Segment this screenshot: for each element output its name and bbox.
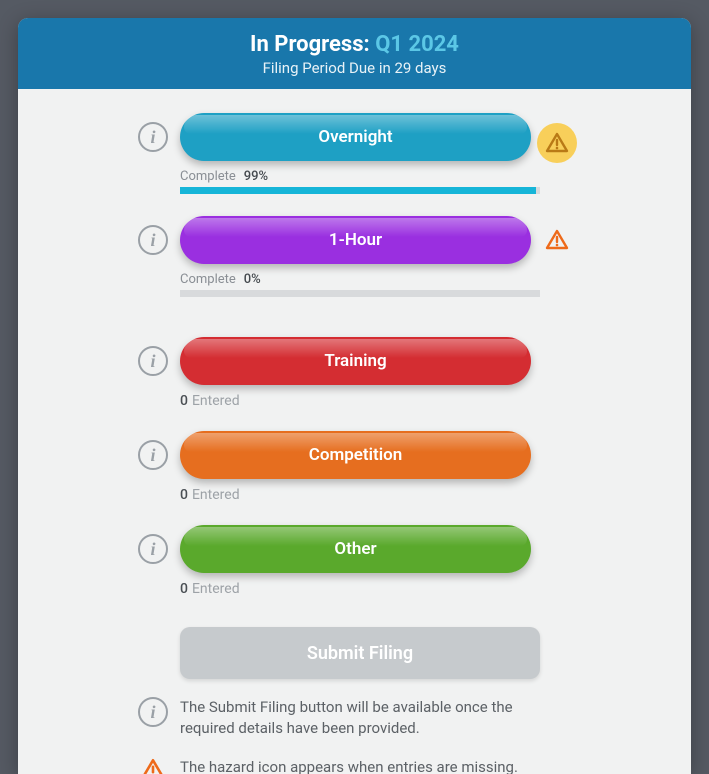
competition-button[interactable]: Competition	[180, 431, 531, 479]
card-content: i Overnight Complete 99% i 1-Hour	[18, 89, 691, 774]
info-icon[interactable]: i	[138, 346, 168, 376]
overnight-button[interactable]: Overnight	[180, 113, 531, 161]
entered-label: Entered	[192, 487, 240, 503]
row-one-hour: i 1-Hour	[138, 216, 571, 264]
progress-value: 0%	[244, 272, 261, 287]
button-label: Overnight	[318, 127, 392, 147]
entered-count: 0	[180, 487, 188, 503]
button-label: Training	[324, 351, 386, 371]
progress-label: Complete	[180, 272, 236, 287]
training-meta: 0Entered	[180, 393, 571, 409]
info-icon[interactable]: i	[138, 122, 168, 152]
card-header: In Progress: Q1 2024 Filing Period Due i…	[18, 18, 691, 89]
info-icon[interactable]: i	[138, 440, 168, 470]
other-button[interactable]: Other	[180, 525, 531, 573]
entered-label: Entered	[192, 581, 240, 597]
entered-count: 0	[180, 393, 188, 409]
hazard-icon[interactable]	[543, 226, 571, 254]
progress-label: Complete	[180, 169, 236, 184]
progress-value: 99%	[244, 169, 268, 184]
other-meta: 0Entered	[180, 581, 571, 597]
one-hour-meta: Complete 0%	[180, 272, 571, 297]
row-competition: i Competition	[138, 431, 571, 479]
button-label: Competition	[309, 445, 403, 465]
button-label: Other	[334, 539, 376, 559]
hazard-note-row: The hazard icon appears when entries are…	[138, 757, 571, 774]
row-overnight: i Overnight	[138, 113, 571, 161]
hazard-icon[interactable]	[138, 757, 168, 774]
header-prefix: In Progress:	[250, 32, 375, 57]
entered-count: 0	[180, 581, 188, 597]
button-label: 1-Hour	[329, 230, 382, 250]
hazard-note-text: The hazard icon appears when entries are…	[180, 757, 560, 774]
competition-meta: 0Entered	[180, 487, 571, 503]
info-icon[interactable]: i	[138, 697, 168, 727]
row-other: i Other	[138, 525, 571, 573]
progress-bar-fill	[180, 187, 536, 194]
progress-bar	[180, 290, 540, 297]
submit-filing-button: Submit Filing	[180, 627, 540, 679]
row-training: i Training	[138, 337, 571, 385]
header-subtitle: Filing Period Due in 29 days	[18, 59, 691, 77]
progress-bar	[180, 187, 540, 194]
header-period: Q1 2024	[375, 32, 459, 57]
filing-card: In Progress: Q1 2024 Filing Period Due i…	[18, 18, 691, 774]
entered-label: Entered	[192, 393, 240, 409]
submit-label: Submit Filing	[307, 643, 413, 664]
header-title: In Progress: Q1 2024	[18, 32, 691, 57]
one-hour-button[interactable]: 1-Hour	[180, 216, 531, 264]
info-note-text: The Submit Filing button will be availab…	[180, 697, 560, 739]
info-note-row: i The Submit Filing button will be avail…	[138, 697, 571, 739]
info-icon[interactable]: i	[138, 534, 168, 564]
overnight-meta: Complete 99%	[180, 169, 571, 194]
hazard-icon[interactable]	[543, 123, 571, 151]
info-icon[interactable]: i	[138, 225, 168, 255]
training-button[interactable]: Training	[180, 337, 531, 385]
